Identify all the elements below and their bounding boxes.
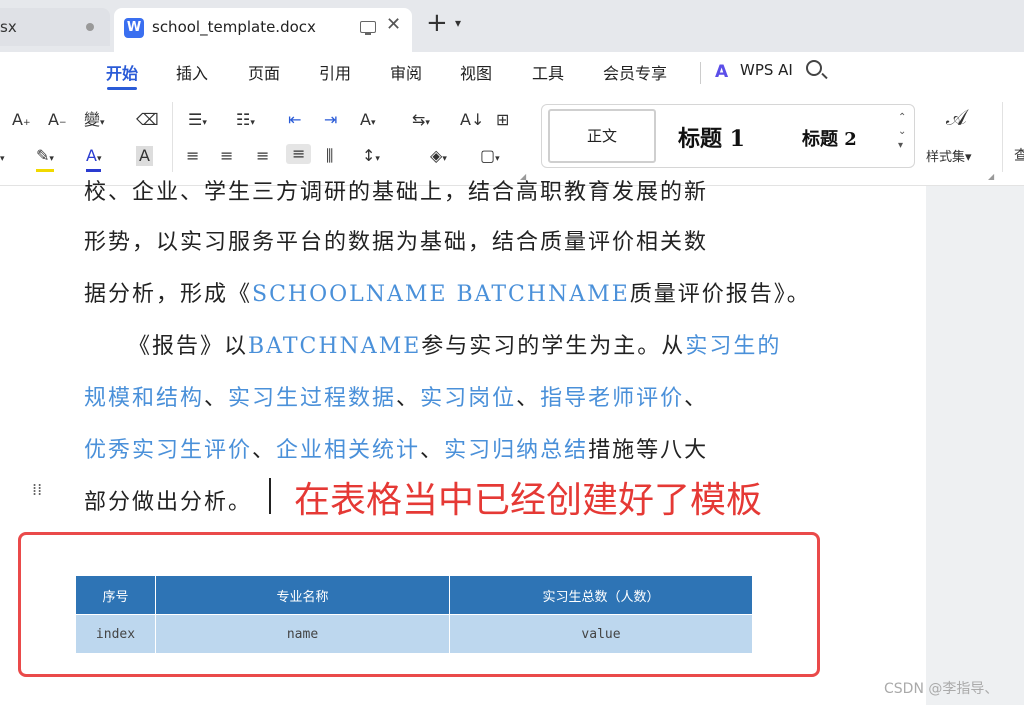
menu-view[interactable]: 视图	[460, 60, 492, 84]
paragraph-line: 部分做出分析。	[84, 490, 253, 515]
borders-icon[interactable]: ▢▾	[480, 146, 500, 169]
paragraph-shading-icon[interactable]: ◈▾	[430, 146, 447, 169]
sort-icon[interactable]: A↓	[460, 110, 484, 130]
wps-ai-button[interactable]: WPS AI	[740, 61, 793, 79]
table-row: index name value	[75, 614, 753, 654]
style-set-icon[interactable]: 𝒜	[946, 106, 967, 131]
styles-gallery: 正文 标题 1 标题 2 ⌃ ⌄ ▾	[541, 104, 915, 168]
text-effect-icon[interactable]: ▾	[0, 146, 5, 169]
align-right-icon[interactable]: ≡	[256, 146, 269, 166]
line-direction-icon[interactable]: ⇆▾	[412, 110, 430, 133]
menu-insert[interactable]: 插入	[176, 60, 208, 84]
unsaved-dot-icon	[86, 23, 94, 31]
highlight-color-icon[interactable]: ✎▾	[36, 146, 54, 172]
table-header-cell[interactable]: 实习生总数（人数）	[449, 575, 753, 615]
character-shading-icon[interactable]: A	[136, 146, 153, 166]
menu-references[interactable]: 引用	[319, 60, 351, 84]
wps-ai-icon[interactable]: A	[715, 62, 728, 82]
batchname-placeholder: BATCHNAME	[248, 334, 422, 359]
watermark: CSDN @李指导、	[884, 681, 999, 697]
paragraph-line: 形势，以实习服务平台的数据为基础，结合质量评价相关数	[84, 230, 709, 255]
table-header-cell[interactable]: 序号	[75, 575, 156, 615]
close-tab-icon[interactable]: ✕	[386, 14, 401, 35]
table-cell[interactable]: value	[449, 614, 753, 654]
drag-handle-icon[interactable]: ⁞⁞	[32, 482, 44, 498]
table-cell[interactable]: index	[75, 614, 156, 654]
table-header-cell[interactable]: 专业名称	[155, 575, 450, 615]
font-grow-icon[interactable]: A+	[12, 110, 31, 133]
numbered-list-icon[interactable]: ☷▾	[236, 110, 255, 133]
style-heading1[interactable]: 标题 1	[678, 121, 745, 153]
wps-writer-icon: W	[124, 18, 144, 38]
bullet-list-icon[interactable]: ☰▾	[188, 110, 207, 133]
align-center-icon[interactable]: ≡	[220, 146, 233, 166]
font-color-icon[interactable]: A▾	[86, 146, 102, 172]
ribbon-menu-bar: 开始 插入 页面 引用 审阅 视图 工具 会员专享 A WPS AI	[0, 52, 1024, 94]
active-menu-indicator	[107, 87, 137, 90]
search-icon[interactable]	[806, 60, 822, 76]
document-page[interactable]: 校、企业、学生三方调研的基础上，结合高职教育发展的新 形势，以实习服务平台的数据…	[0, 180, 926, 705]
style-normal[interactable]: 正文	[548, 109, 656, 163]
text-cursor	[269, 478, 271, 514]
menu-home[interactable]: 开始	[106, 60, 138, 84]
styles-launcher-icon[interactable]: ◢	[988, 172, 994, 181]
tab-bar: sx W school_template.docx ✕ + ▾	[0, 0, 1024, 52]
phonetic-guide-icon[interactable]: 變▾	[84, 110, 105, 133]
decrease-indent-icon[interactable]: ⇤	[288, 110, 301, 130]
style-heading2[interactable]: 标题 2	[802, 125, 857, 151]
annotation-text: 在表格当中已经创建好了模板	[294, 480, 763, 521]
style-set-button[interactable]: 样式集▾	[926, 146, 972, 165]
menu-page[interactable]: 页面	[248, 60, 280, 84]
tab-dropdown-chevron-icon[interactable]: ▾	[455, 16, 461, 30]
find-button-truncated[interactable]: 查	[1014, 146, 1024, 166]
paragraph-line: 规模和结构、实习生过程数据、实习岗位、指导老师评价、	[84, 386, 709, 411]
ribbon-toolbar: A+ A− 變▾ ⌫ ▾ ✎▾ A▾ A ☰▾ ☷▾ ⇤ ⇥ A▾ ⇆▾ A↓ …	[0, 94, 1024, 186]
styles-scroll-icon[interactable]: ⌃ ⌄ ▾	[898, 111, 906, 153]
paragraph-line: 据分析，形成《SCHOOLNAME BATCHNAME质量评价报告》。	[84, 282, 811, 307]
justify-icon[interactable]: ≡	[286, 144, 312, 164]
font-shrink-icon[interactable]: A−	[48, 110, 67, 133]
tab-previous-label: sx	[0, 18, 17, 36]
template-table[interactable]: 序号 专业名称 实习生总数（人数） index name value	[75, 575, 753, 654]
menu-member[interactable]: 会员专享	[603, 60, 667, 84]
line-spacing-icon[interactable]: ↕▾	[362, 146, 380, 169]
tab-previous-document[interactable]: sx	[0, 8, 110, 46]
paragraph-line: 《报告》以BATCHNAME参与实习的学生为主。从实习生的	[128, 334, 782, 359]
menu-tools[interactable]: 工具	[532, 60, 564, 84]
show-marks-icon[interactable]: ⊞	[496, 110, 509, 130]
paragraph-line: 校、企业、学生三方调研的基础上，结合高职教育发展的新	[84, 180, 709, 205]
menu-divider	[700, 62, 701, 84]
toolbar-divider	[172, 102, 173, 172]
tab-active-label: school_template.docx	[152, 18, 316, 36]
distributed-align-icon[interactable]: ⫼	[326, 146, 333, 166]
tab-active-document[interactable]: W school_template.docx ✕	[114, 8, 412, 52]
paragraph-line: 优秀实习生评价、企业相关统计、实习归纳总结措施等八大	[84, 438, 709, 463]
document-area: 校、企业、学生三方调研的基础上，结合高职教育发展的新 形势，以实习服务平台的数据…	[0, 180, 1024, 705]
toolbar-divider	[1002, 102, 1003, 172]
clear-format-icon[interactable]: ⌫	[136, 110, 159, 130]
new-tab-button[interactable]: +	[426, 10, 448, 36]
table-header-row: 序号 专业名称 实习生总数（人数）	[75, 575, 753, 615]
align-left-icon[interactable]: ≡	[186, 146, 199, 166]
right-margin-area	[926, 186, 1024, 705]
schoolname-placeholder: SCHOOLNAME BATCHNAME	[252, 282, 630, 307]
table-cell[interactable]: name	[155, 614, 450, 654]
monitor-icon[interactable]	[360, 21, 376, 35]
menu-review[interactable]: 审阅	[390, 60, 422, 84]
increase-indent-icon[interactable]: ⇥	[324, 110, 337, 130]
text-direction-icon[interactable]: A▾	[360, 110, 375, 133]
